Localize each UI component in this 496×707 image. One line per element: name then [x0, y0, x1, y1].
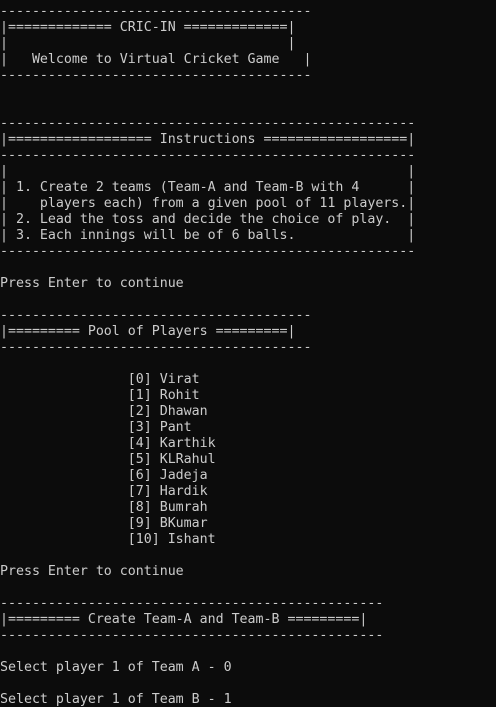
instructions-divider: ----------------------------------------…: [0, 148, 416, 163]
player-option-10: [10] Ishant: [0, 532, 216, 547]
team-a-selection-line: Select player 1 of Team A - 0: [0, 660, 232, 675]
team-border-top: ----------------------------------------…: [0, 596, 384, 611]
player-option-2: [2] Dhawan: [0, 404, 208, 419]
pool-border-bottom: ---------------------------------------: [0, 340, 312, 355]
instructions-spacer: | |: [0, 164, 416, 179]
player-option-1: [1] Rohit: [0, 388, 200, 403]
press-enter-prompt-1: Press Enter to continue: [0, 276, 184, 291]
player-option-0: [0] Virat: [0, 372, 200, 387]
instruction-1-line-1: | 1. Create 2 teams (Team-A and Team-B w…: [0, 180, 416, 195]
team-border-bottom: ----------------------------------------…: [0, 628, 384, 643]
instructions-border-bottom: ----------------------------------------…: [0, 244, 416, 259]
banner-border-bottom: ---------------------------------------: [0, 68, 312, 83]
welcome-message: | Welcome to Virtual Cricket Game |: [0, 52, 312, 67]
player-option-7: [7] Hardik: [0, 484, 208, 499]
instruction-3: | 3. Each innings will be of 6 balls. |: [0, 228, 416, 243]
instructions-title: |================== Instructions =======…: [0, 132, 416, 147]
player-option-4: [4] Karthik: [0, 436, 216, 451]
console-window[interactable]: --------------------------------------- …: [0, 0, 496, 707]
player-option-5: [5] KLRahul: [0, 452, 216, 467]
instruction-2: | 2. Lead the toss and decide the choice…: [0, 212, 416, 227]
banner-spacer: | |: [0, 36, 296, 51]
player-option-9: [9] BKumar: [0, 516, 208, 531]
instructions-border-top: ----------------------------------------…: [0, 116, 416, 131]
team-title: |========= Create Team-A and Team-B ====…: [0, 612, 368, 627]
player-option-6: [6] Jadeja: [0, 468, 208, 483]
banner-title: |============= CRIC-IN =============|: [0, 20, 296, 35]
pool-border-top: ---------------------------------------: [0, 308, 312, 323]
pool-title: |========= Pool of Players =========|: [0, 324, 296, 339]
team-b-selection-line: Select player 1 of Team B - 1: [0, 692, 232, 707]
player-option-8: [8] Bumrah: [0, 500, 208, 515]
press-enter-prompt-2: Press Enter to continue: [0, 564, 184, 579]
player-option-3: [3] Pant: [0, 420, 192, 435]
banner-border-top: ---------------------------------------: [0, 4, 312, 19]
instruction-1-line-2: | players each) from a given pool of 11 …: [0, 196, 416, 211]
